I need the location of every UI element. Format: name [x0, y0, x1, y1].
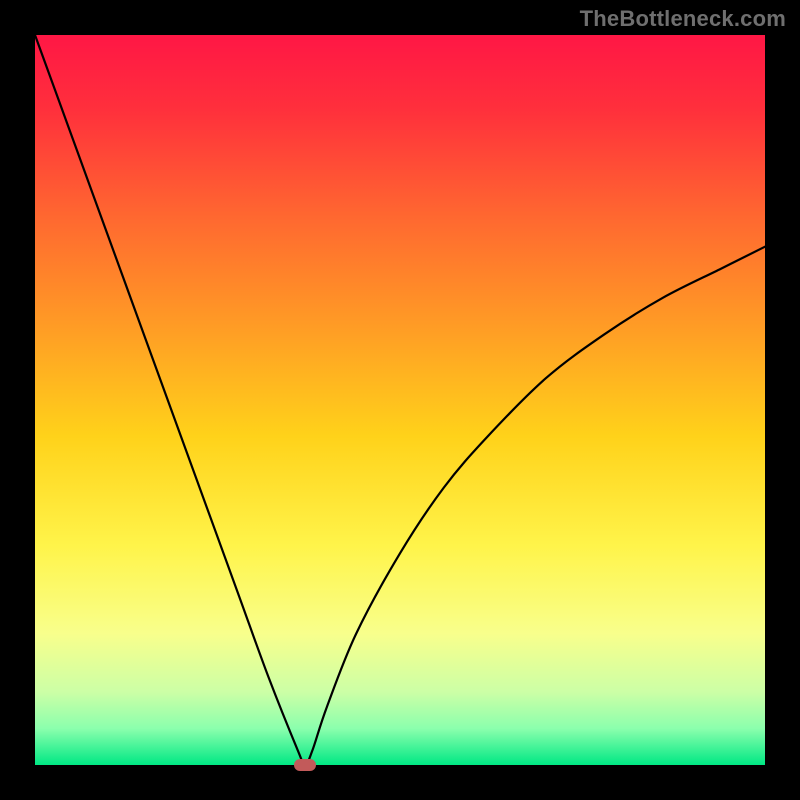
watermark-text: TheBottleneck.com	[580, 6, 786, 32]
chart-area	[35, 35, 765, 765]
bottleneck-curve	[35, 35, 765, 765]
minimum-marker	[294, 759, 316, 771]
outer-frame: TheBottleneck.com	[0, 0, 800, 800]
